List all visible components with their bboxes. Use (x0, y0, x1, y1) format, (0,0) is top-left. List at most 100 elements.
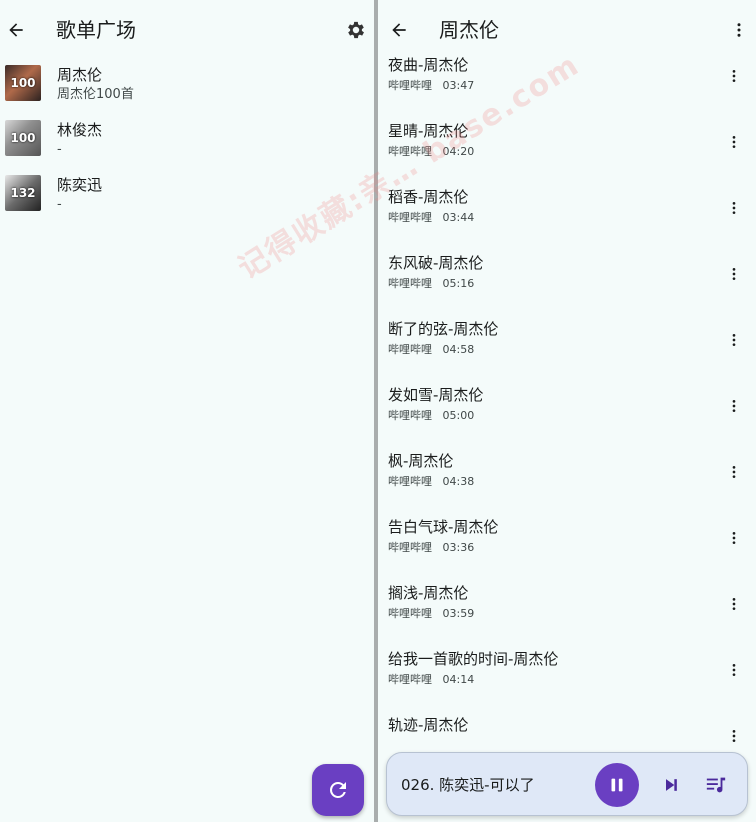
song-more-button[interactable] (724, 656, 744, 684)
more-vert-icon (732, 202, 736, 214)
song-duration: 03:44 (442, 211, 475, 224)
song-source: 哔哩哔哩 (388, 409, 432, 422)
more-vert-icon (732, 730, 736, 742)
song-more-button[interactable] (724, 260, 744, 288)
left-app-bar: 歌单广场 (0, 0, 374, 60)
pause-icon (611, 778, 623, 792)
playlist-item[interactable]: 100 林俊杰 - (0, 115, 374, 170)
song-more-button[interactable] (724, 62, 744, 90)
song-title: 发如雪-周杰伦 (388, 386, 484, 404)
song-duration: 04:14 (442, 673, 475, 686)
next-track-button[interactable] (659, 773, 683, 797)
page-title: 歌单广场 (56, 18, 136, 42)
queue-button[interactable] (703, 773, 729, 797)
song-title: 轨迹-周杰伦 (388, 716, 469, 734)
song-duration: 04:38 (442, 475, 475, 488)
song-source: 哔哩哔哩 (388, 277, 432, 290)
song-meta: 哔哩哔哩 03:59 (388, 606, 474, 622)
playlist-title: 周杰伦 (439, 18, 499, 42)
more-vert-icon (737, 23, 741, 37)
song-item[interactable]: 告白气球-周杰伦 哔哩哔哩 03:36 (378, 508, 756, 574)
playlist-subtitle: - (57, 142, 62, 157)
song-duration: 04:58 (442, 343, 475, 356)
song-more-button[interactable] (724, 392, 744, 420)
arrow-left-icon (9, 23, 23, 37)
song-source: 哔哩哔哩 (388, 673, 432, 686)
song-title: 东风破-周杰伦 (388, 254, 484, 272)
song-item[interactable]: 搁浅-周杰伦 哔哩哔哩 03:59 (378, 574, 756, 640)
song-source: 哔哩哔哩 (388, 211, 432, 224)
playlist-name: 林俊杰 (57, 121, 103, 139)
playlist-cover: 100 (5, 120, 41, 156)
more-vert-icon (732, 70, 736, 82)
song-item[interactable]: 给我一首歌的时间-周杰伦 哔哩哔哩 04:14 (378, 640, 756, 706)
song-more-button[interactable] (724, 590, 744, 618)
more-vert-icon (732, 334, 736, 346)
refresh-icon (330, 782, 346, 798)
back-button[interactable] (2, 16, 30, 44)
song-source: 哔哩哔哩 (388, 343, 432, 356)
more-vert-icon (732, 400, 736, 412)
playlist-square-pane: 歌单广场 100 周杰伦 周杰伦100首 100 林俊杰 - 132 陈奕迅 - (0, 0, 374, 822)
song-more-button[interactable] (724, 524, 744, 552)
song-title: 枫-周杰伦 (388, 452, 454, 470)
song-title: 断了的弦-周杰伦 (388, 320, 499, 338)
queue-music-icon (706, 777, 726, 793)
settings-button[interactable] (342, 16, 370, 44)
song-duration: 03:59 (442, 607, 475, 620)
more-vert-icon (732, 598, 736, 610)
song-more-button[interactable] (724, 128, 744, 156)
arrow-left-icon (392, 23, 406, 37)
song-meta: 哔哩哔哩 03:36 (388, 540, 474, 556)
song-source: 哔哩哔哩 (388, 541, 432, 554)
song-meta: 哔哩哔哩 04:38 (388, 474, 474, 490)
song-item[interactable]: 稻香-周杰伦 哔哩哔哩 03:44 (378, 178, 756, 244)
song-source: 哔哩哔哩 (388, 79, 432, 92)
song-more-button[interactable] (724, 326, 744, 354)
more-vert-icon (732, 136, 736, 148)
song-source: 哔哩哔哩 (388, 607, 432, 620)
song-title: 夜曲-周杰伦 (388, 56, 469, 74)
more-options-button[interactable] (725, 16, 753, 44)
back-button[interactable] (385, 16, 413, 44)
song-item[interactable]: 枫-周杰伦 哔哩哔哩 04:38 (378, 442, 756, 508)
pause-button[interactable] (595, 763, 639, 807)
gear-icon (348, 21, 364, 39)
song-item[interactable]: 东风破-周杰伦 哔哩哔哩 05:16 (378, 244, 756, 310)
now-playing-title: 026. 陈奕迅-可以了 (401, 776, 535, 794)
refresh-button[interactable] (312, 764, 364, 816)
more-vert-icon (732, 466, 736, 478)
playlist-count-badge: 100 (10, 76, 36, 90)
song-title: 搁浅-周杰伦 (388, 584, 469, 602)
song-duration: 05:00 (442, 409, 475, 422)
playlist-name: 周杰伦 (57, 66, 103, 84)
song-duration: 03:36 (442, 541, 475, 554)
playlist-subtitle: 周杰伦100首 (57, 87, 134, 102)
song-meta: 哔哩哔哩 05:00 (388, 408, 474, 424)
more-vert-icon (732, 664, 736, 676)
playlist-count-badge: 132 (10, 186, 36, 200)
song-meta: 哔哩哔哩 03:44 (388, 210, 474, 226)
playlist-cover: 132 (5, 175, 41, 211)
song-title: 告白气球-周杰伦 (388, 518, 499, 536)
mini-player[interactable]: 026. 陈奕迅-可以了 (386, 752, 748, 816)
song-item[interactable]: 断了的弦-周杰伦 哔哩哔哩 04:58 (378, 310, 756, 376)
playlist-item[interactable]: 100 周杰伦 周杰伦100首 (0, 60, 374, 115)
skip-next-icon (666, 779, 677, 791)
song-source: 哔哩哔哩 (388, 475, 432, 488)
playlist-cover: 100 (5, 65, 41, 101)
song-more-button[interactable] (724, 194, 744, 222)
song-item[interactable]: 发如雪-周杰伦 哔哩哔哩 05:00 (378, 376, 756, 442)
song-meta: 哔哩哔哩 05:16 (388, 276, 474, 292)
song-meta: 哔哩哔哩 04:58 (388, 342, 474, 358)
song-duration: 05:16 (442, 277, 475, 290)
playlist-subtitle: - (57, 197, 62, 212)
playlist-count-badge: 100 (10, 131, 36, 145)
playlist-name: 陈奕迅 (57, 176, 103, 194)
more-vert-icon (732, 268, 736, 280)
more-vert-icon (732, 532, 736, 544)
song-duration: 03:47 (442, 79, 475, 92)
song-more-button[interactable] (724, 458, 744, 486)
song-meta: 哔哩哔哩 03:47 (388, 78, 474, 94)
song-more-button[interactable] (724, 722, 744, 750)
